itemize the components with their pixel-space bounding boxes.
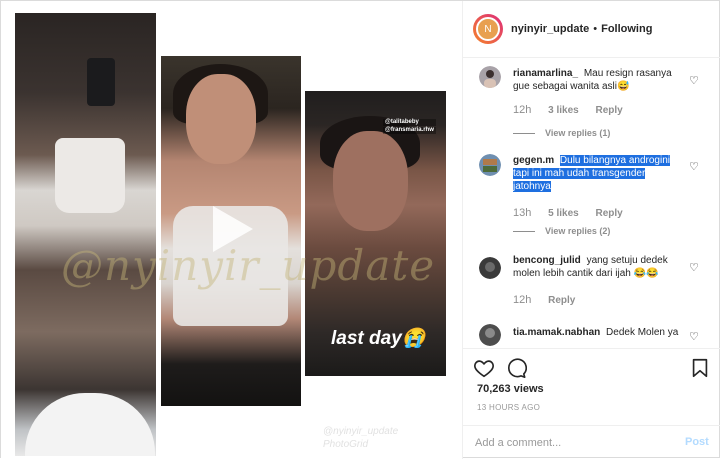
photo-mirror-selfie — [15, 13, 156, 456]
phone-shape — [87, 58, 115, 106]
comment-text: Dedek Molen ya — [606, 327, 679, 338]
comment-heart-icon[interactable]: ♡ — [689, 332, 699, 343]
username-link[interactable]: nyinyir_update — [511, 23, 589, 35]
story-tag-2: @fransmaria.rhw — [383, 127, 436, 134]
story-tag-1: @talitabeby — [383, 119, 436, 126]
view-replies-button[interactable]: View replies (1) — [513, 128, 610, 138]
post-button[interactable]: Post — [685, 436, 709, 448]
comment-heart-icon[interactable]: ♡ — [689, 263, 699, 274]
story-mention-tags: @talitabeby @fransmaria.rhw — [383, 119, 436, 135]
view-replies-label: View replies (1) — [545, 128, 611, 138]
comment-heart-icon[interactable]: ♡ — [689, 76, 699, 87]
view-replies-line — [513, 132, 535, 134]
commenter-avatar[interactable] — [479, 324, 501, 346]
heart-icon[interactable] — [473, 357, 495, 379]
post-side-panel: N nyinyir_update • Following rianamarlin… — [463, 1, 720, 459]
comment-time: 12h — [513, 294, 532, 306]
photo-video-thumbnail[interactable] — [161, 56, 301, 406]
comment-body: gegen.m Dulu bilangnya androgini tapi in… — [513, 154, 681, 193]
post-header: N nyinyir_update • Following — [463, 1, 720, 58]
face-shape — [186, 74, 256, 164]
add-comment-bar: Post — [463, 425, 720, 459]
view-replies-line — [513, 230, 535, 232]
post-frame: @talitabeby @fransmaria.rhw last day😭 @n… — [0, 0, 720, 459]
avatar-image: N — [476, 17, 500, 41]
post-media[interactable]: @talitabeby @fransmaria.rhw last day😭 @n… — [1, 1, 463, 459]
reply-button[interactable]: Reply — [596, 105, 623, 116]
reply-button[interactable]: Reply — [548, 295, 575, 306]
separator-dot: • — [593, 23, 598, 35]
comment-username[interactable]: gegen.m — [513, 155, 554, 166]
comment-meta: 13h 5 likes Reply — [513, 207, 637, 219]
following-button[interactable]: Following — [601, 23, 652, 35]
comment-time: 13h — [513, 207, 532, 219]
comment-body: tia.mamak.nabhan Dedek Molen ya — [513, 326, 681, 339]
view-replies-button[interactable]: View replies (2) — [513, 226, 610, 236]
comment-meta: 12h Reply — [513, 294, 589, 306]
comments-list[interactable]: rianamarlina_ Mau resign rasanya gue seb… — [463, 58, 720, 348]
comment-heart-icon[interactable]: ♡ — [689, 162, 699, 173]
commenter-avatar[interactable] — [479, 154, 501, 176]
caption-overlay: last day😭 — [331, 328, 426, 349]
comment-meta: 12h 3 likes Reply — [513, 104, 637, 116]
commenter-avatar[interactable] — [479, 66, 501, 88]
comment-likes[interactable]: 5 likes — [548, 208, 579, 219]
photo-story-screenshot: @talitabeby @fransmaria.rhw last day😭 — [305, 91, 446, 376]
comment-time: 12h — [513, 104, 532, 116]
watermark-small-line1: @nyinyir_update — [323, 426, 399, 437]
post-timestamp: 13 HOURS AGO — [477, 403, 541, 412]
sink-shape — [25, 393, 155, 456]
avatar[interactable]: N — [473, 14, 503, 44]
watermark-small-line2: PhotoGrid — [323, 439, 369, 450]
reply-button[interactable]: Reply — [596, 208, 623, 219]
bookmark-icon[interactable] — [689, 357, 711, 379]
watermark-small: @nyinyir_update PhotoGrid — [323, 425, 398, 451]
comment-body: rianamarlina_ Mau resign rasanya gue seb… — [513, 67, 681, 93]
post-actions: 70,263 views 13 HOURS AGO — [463, 348, 720, 428]
comment-body: bencong_julid yang setuju dedek molen le… — [513, 254, 681, 280]
watermark: @nyinyir_update — [61, 241, 436, 290]
comment-username[interactable]: rianamarlina_ — [513, 68, 578, 79]
comment-username[interactable]: tia.mamak.nabhan — [513, 327, 600, 338]
comment-input[interactable] — [475, 435, 665, 451]
comment-icon[interactable] — [505, 357, 528, 379]
view-count[interactable]: 70,263 views — [477, 383, 544, 395]
comment-username[interactable]: bencong_julid — [513, 255, 581, 266]
clothing-shape — [55, 138, 125, 213]
comment-likes[interactable]: 3 likes — [548, 105, 579, 116]
commenter-avatar[interactable] — [479, 257, 501, 279]
face-shape — [333, 131, 408, 231]
view-replies-label: View replies (2) — [545, 226, 611, 236]
